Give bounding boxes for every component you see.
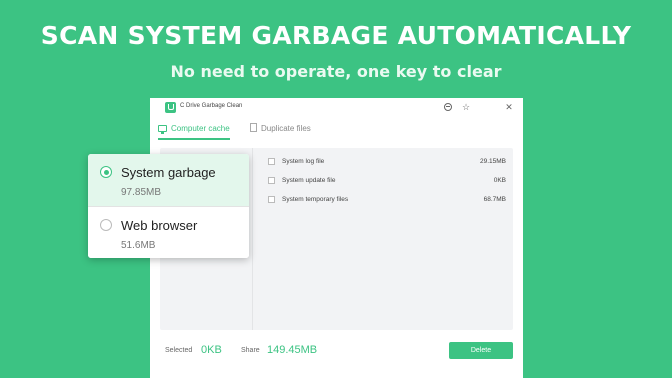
- option-web-browser[interactable]: Web browser 51.6MB: [88, 207, 249, 258]
- app-logo-icon: [165, 102, 176, 113]
- file-checkbox[interactable]: [268, 177, 275, 184]
- file-row[interactable]: System update file 0KB: [268, 176, 506, 186]
- file-row[interactable]: System log file 29.15MB: [268, 157, 506, 167]
- file-name: System update file: [282, 177, 336, 184]
- option-size: 51.6MB: [121, 240, 156, 251]
- tab-label: Computer cache: [171, 124, 230, 133]
- tab-bar: Computer cache Duplicate files: [150, 122, 523, 142]
- file-icon: [250, 123, 257, 132]
- title-bar: C Drive Garbage Clean ☆ ✕: [150, 98, 523, 118]
- file-name: System log file: [282, 158, 325, 165]
- delete-button[interactable]: Delete: [449, 342, 513, 359]
- radio-unchecked-icon[interactable]: [100, 219, 112, 231]
- option-size: 97.85MB: [121, 187, 162, 198]
- tab-computer-cache[interactable]: Computer cache: [158, 122, 230, 140]
- option-name: Web browser: [121, 218, 198, 233]
- file-checkbox[interactable]: [268, 196, 275, 203]
- footer-bar: Selected 0KB Share 149.45MB Delete: [150, 338, 523, 368]
- file-checkbox[interactable]: [268, 158, 275, 165]
- file-size: 0KB: [493, 177, 506, 184]
- monitor-icon: [158, 125, 167, 134]
- minimize-icon[interactable]: [442, 101, 454, 113]
- share-label: Share: [241, 347, 260, 354]
- subheadline: No need to operate, one key to clear: [170, 62, 502, 81]
- file-size: 68.7MB: [483, 196, 506, 203]
- share-value: 149.45MB: [267, 344, 318, 356]
- radio-checked-icon[interactable]: [100, 166, 112, 178]
- file-size: 29.15MB: [479, 158, 506, 165]
- skin-icon[interactable]: ☆: [460, 101, 472, 113]
- headline: SCAN SYSTEM GARBAGE AUTOMATICALLY: [40, 21, 632, 50]
- file-row[interactable]: System temporary files 68.7MB: [268, 195, 506, 205]
- tab-label: Duplicate files: [261, 124, 311, 133]
- selected-value: 0KB: [201, 344, 222, 356]
- close-icon[interactable]: ✕: [503, 101, 515, 113]
- tab-duplicate-files[interactable]: Duplicate files: [250, 122, 311, 140]
- option-system-garbage[interactable]: System garbage 97.85MB: [88, 154, 249, 206]
- category-popup: System garbage 97.85MB Web browser 51.6M…: [88, 154, 249, 258]
- file-name: System temporary files: [282, 196, 349, 203]
- file-list: System log file 29.15MB System update fi…: [254, 148, 513, 330]
- window-title: C Drive Garbage Clean: [180, 103, 243, 109]
- option-name: System garbage: [121, 165, 216, 180]
- selected-label: Selected: [165, 347, 193, 354]
